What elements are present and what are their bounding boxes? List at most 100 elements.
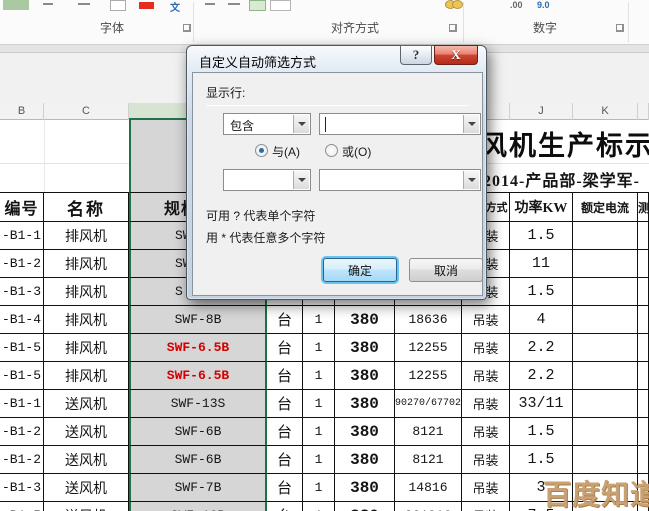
or-radio-label[interactable]: 或(O) bbox=[342, 143, 371, 160]
cell-blank2[interactable] bbox=[638, 306, 649, 334]
column-header-b[interactable]: B bbox=[0, 103, 44, 120]
borders-icon[interactable] bbox=[110, 0, 126, 11]
cell-blank2[interactable] bbox=[638, 250, 649, 278]
cell-id[interactable]: -B1-2 bbox=[0, 446, 44, 474]
value1-combobox[interactable] bbox=[319, 113, 481, 135]
column-header-j[interactable]: J bbox=[510, 103, 573, 120]
cell-power[interactable]: 2.2 bbox=[510, 362, 573, 390]
cell-flow[interactable]: 8121 bbox=[395, 446, 462, 474]
fill-color-swatch-icon[interactable] bbox=[3, 0, 29, 10]
cell-id[interactable]: -B1-5 bbox=[0, 502, 44, 511]
align-center-icon[interactable] bbox=[228, 3, 240, 5]
cell-id[interactable]: -B1-1 bbox=[0, 390, 44, 418]
alignment-dialog-launcher-icon[interactable] bbox=[449, 24, 457, 32]
cell-blank1[interactable] bbox=[573, 446, 638, 474]
cell-blank2[interactable] bbox=[638, 222, 649, 250]
help-button[interactable]: ? bbox=[400, 45, 432, 65]
cell-volt[interactable]: 380 bbox=[335, 334, 395, 362]
chevron-down-icon[interactable] bbox=[293, 115, 309, 133]
ok-button[interactable]: 确定 bbox=[323, 258, 397, 282]
or-radio[interactable] bbox=[325, 144, 338, 157]
cell-id[interactable]: -B1-1 bbox=[0, 222, 44, 250]
header-id[interactable]: 编号 bbox=[0, 192, 44, 222]
cell-model[interactable]: SWF-13S bbox=[129, 390, 267, 418]
cell-flow[interactable]: 261816 bbox=[395, 502, 462, 511]
cell-flow[interactable]: 18636 bbox=[395, 306, 462, 334]
cell-blank2[interactable] bbox=[638, 278, 649, 306]
chevron-down-icon[interactable] bbox=[463, 171, 479, 189]
cell-volt[interactable]: 380 bbox=[335, 306, 395, 334]
cell-name[interactable]: 排风机 bbox=[44, 278, 129, 306]
cell-id[interactable]: -B1-5 bbox=[0, 362, 44, 390]
cell-name[interactable]: 排风机 bbox=[44, 334, 129, 362]
cell-blank2[interactable] bbox=[638, 446, 649, 474]
cell-model[interactable]: SWF-10B bbox=[129, 502, 267, 511]
cell-power[interactable]: 33/11 bbox=[510, 390, 573, 418]
cell-blank1[interactable] bbox=[573, 390, 638, 418]
cell-blank1[interactable] bbox=[573, 250, 638, 278]
number-dialog-launcher-icon[interactable] bbox=[616, 24, 624, 32]
currency-format-icon[interactable] bbox=[452, 0, 463, 9]
cell-id[interactable]: -B1-3 bbox=[0, 278, 44, 306]
cell-volt[interactable]: 380 bbox=[335, 390, 395, 418]
operator1-dropdown[interactable]: 包含 bbox=[223, 113, 311, 135]
font-dialog-launcher-icon[interactable] bbox=[183, 24, 191, 32]
cell-install[interactable]: 吊装 bbox=[462, 362, 510, 390]
cell-power[interactable]: 1.5 bbox=[510, 446, 573, 474]
cell-model[interactable]: SWF-6.5B bbox=[129, 362, 267, 390]
operator2-dropdown[interactable] bbox=[223, 169, 311, 191]
cell-model[interactable]: SWF-6.5B bbox=[129, 334, 267, 362]
cell-model[interactable]: SWF-6B bbox=[129, 418, 267, 446]
phonetic-guide-icon[interactable]: 文 bbox=[170, 0, 180, 14]
cell-power[interactable]: 11 bbox=[510, 250, 573, 278]
font-color-icon[interactable] bbox=[139, 2, 154, 9]
cell-install[interactable]: 吊装 bbox=[462, 502, 510, 511]
column-header-k[interactable]: K bbox=[573, 103, 638, 120]
header-power[interactable]: 功率KW bbox=[510, 192, 573, 222]
cell-name[interactable]: 送风机 bbox=[44, 502, 129, 511]
cell-unit[interactable]: 台 bbox=[267, 446, 303, 474]
cell-power[interactable]: 1.5 bbox=[510, 418, 573, 446]
cell-qty[interactable]: 1 bbox=[303, 362, 335, 390]
cell-install[interactable]: 吊装 bbox=[462, 306, 510, 334]
cell-volt[interactable]: 380 bbox=[335, 502, 395, 511]
close-icon[interactable]: X bbox=[434, 45, 478, 65]
cell-blank1[interactable] bbox=[573, 418, 638, 446]
cell-install[interactable]: 吊装 bbox=[462, 390, 510, 418]
cell-unit[interactable]: 台 bbox=[267, 334, 303, 362]
cell-blank1[interactable] bbox=[573, 306, 638, 334]
dialog-title[interactable]: 自定义自动筛选方式 bbox=[199, 52, 316, 71]
column-header-partial[interactable] bbox=[638, 103, 649, 120]
cancel-button[interactable]: 取消 bbox=[409, 258, 483, 282]
cell-blank1[interactable] bbox=[573, 222, 638, 250]
cell-blank1[interactable] bbox=[573, 362, 638, 390]
cell-id[interactable]: -B1-3 bbox=[0, 474, 44, 502]
increase-decimal-icon[interactable]: .00 bbox=[510, 0, 523, 10]
cell-unit[interactable]: 台 bbox=[267, 306, 303, 334]
cell-install[interactable]: 吊装 bbox=[462, 474, 510, 502]
column-header-c[interactable]: C bbox=[44, 103, 129, 120]
underline-icon[interactable] bbox=[43, 3, 53, 5]
cell-id[interactable]: -B1-5 bbox=[0, 334, 44, 362]
cell-flow[interactable]: 12255 bbox=[395, 334, 462, 362]
cell-unit[interactable]: 台 bbox=[267, 418, 303, 446]
cell-blank1[interactable] bbox=[573, 334, 638, 362]
cell-id[interactable]: -B1-4 bbox=[0, 306, 44, 334]
cell-qty[interactable]: 1 bbox=[303, 474, 335, 502]
cell-name[interactable]: 送风机 bbox=[44, 474, 129, 502]
cell-model[interactable]: SWF-6B bbox=[129, 446, 267, 474]
cell-power[interactable]: 2.2 bbox=[510, 334, 573, 362]
cell-qty[interactable]: 1 bbox=[303, 390, 335, 418]
cell-qty[interactable]: 1 bbox=[303, 306, 335, 334]
cell-unit[interactable]: 台 bbox=[267, 474, 303, 502]
cell-blank2[interactable] bbox=[638, 334, 649, 362]
cell-volt[interactable]: 380 bbox=[335, 418, 395, 446]
wrap-text-icon[interactable] bbox=[249, 0, 266, 11]
cell-name[interactable]: 送风机 bbox=[44, 418, 129, 446]
cell-name[interactable]: 排风机 bbox=[44, 250, 129, 278]
cell-power[interactable]: 1.5 bbox=[510, 222, 573, 250]
cell-install[interactable]: 吊装 bbox=[462, 446, 510, 474]
cell-volt[interactable]: 380 bbox=[335, 446, 395, 474]
cell-install[interactable]: 吊装 bbox=[462, 334, 510, 362]
strikethrough-icon[interactable] bbox=[78, 3, 90, 5]
